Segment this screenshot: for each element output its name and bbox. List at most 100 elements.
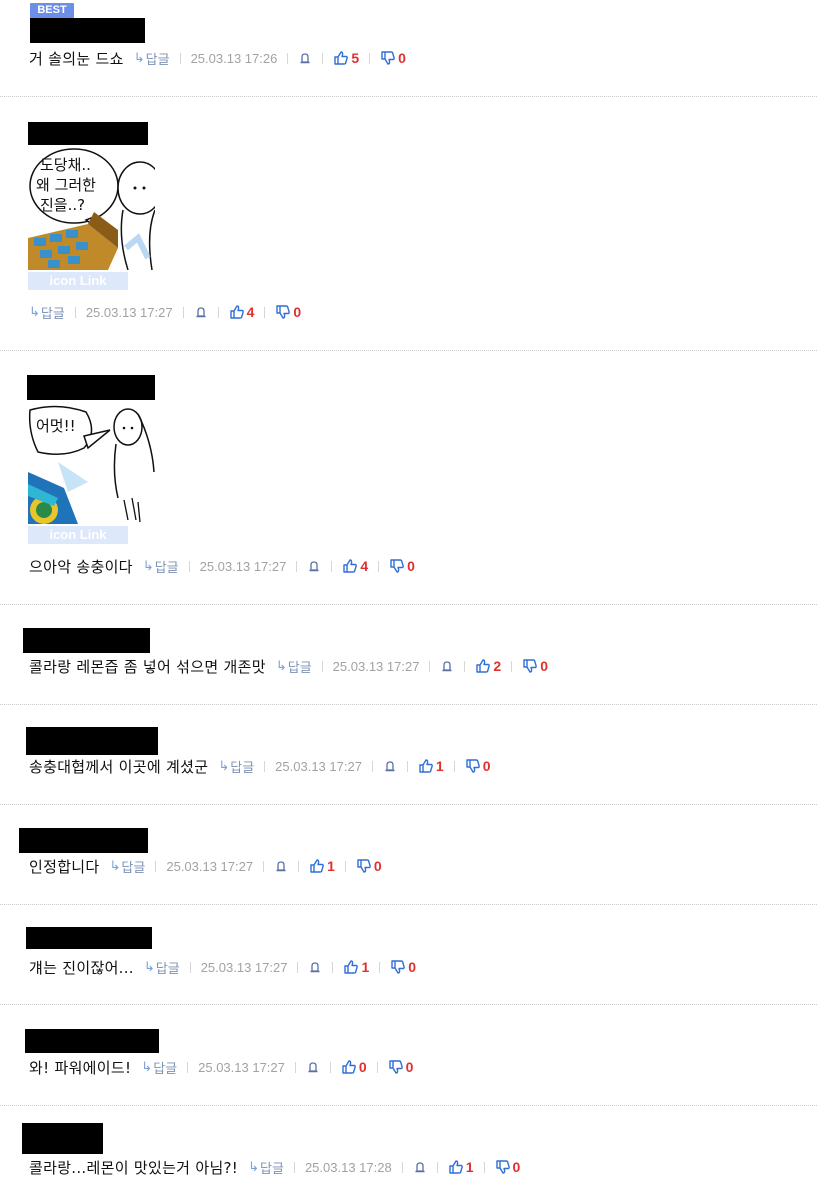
reply-arrow-icon: ↳ [142,558,154,574]
reply-button[interactable]: ↳ 답글 [134,49,170,68]
divider [453,760,455,772]
bubble-text-line: 도당채.. [40,156,91,174]
divider [332,961,334,973]
downvote-button[interactable]: 0 [495,1159,520,1175]
best-badge: BEST [30,3,74,18]
comment-divider [0,804,817,805]
reply-label: 답글 [155,961,180,977]
thumbs-down-icon [381,51,395,65]
thumbs-down-icon [391,960,406,974]
downvote-button[interactable]: 0 [388,1059,413,1075]
downvote-count: 0 [482,758,491,774]
reply-button[interactable]: ↳ 답글 [110,857,146,876]
divider [429,660,431,672]
report-bell-icon[interactable] [308,960,322,974]
comment-date: 25.03.13 17:26 [190,50,278,66]
upvote-button[interactable]: 4 [229,304,255,320]
divider [155,860,157,872]
reply-label: 답글 [153,1061,178,1077]
reply-button[interactable]: ↳ 답글 [141,1058,177,1077]
redacted-username [26,927,152,949]
reply-arrow-icon: ↳ [143,959,155,975]
comment-image[interactable]: 도당채.. 왜 그러한 진을..? [28,148,155,270]
reply-button[interactable]: ↳ 답글 [248,1158,284,1177]
reply-button[interactable]: ↳ 답글 [276,657,312,676]
reply-button[interactable]: ↳ 답글 [144,958,180,977]
report-bell-icon[interactable] [383,759,397,773]
divider [296,560,298,572]
thumbs-up-icon [229,305,244,319]
report-bell-icon[interactable] [298,51,312,65]
upvote-count: 1 [327,858,335,874]
upvote-count: 5 [351,50,360,66]
comment-divider [0,350,817,351]
upvote-button[interactable]: 5 [333,50,359,66]
comment-date: 25.03.13 17:28 [304,1159,392,1175]
thumbs-down-icon [495,1160,510,1174]
comment-date: 25.03.13 17:27 [166,858,254,874]
downvote-count: 0 [408,959,417,975]
downvote-count: 0 [373,858,382,874]
thumbs-down-icon [390,559,405,573]
comment-image[interactable]: 어멋!! [28,402,155,524]
divider [263,860,265,872]
upvote-button[interactable]: 0 [341,1059,367,1075]
comment-meta-row: 인정합니다 ↳ 답글 25.03.13 17:27 1 0 [29,856,382,876]
downvote-button[interactable]: 0 [275,304,301,320]
reply-button[interactable]: ↳ 답글 [143,557,179,576]
divider [371,760,373,772]
comment-divider [0,604,817,605]
reply-label: 답글 [145,52,170,68]
downvote-button[interactable]: 0 [356,858,382,874]
image-caption-link[interactable]: icon Link [28,526,128,544]
downvote-button[interactable]: 0 [465,758,491,774]
upvote-button[interactable]: 1 [418,758,444,774]
redacted-username [28,122,148,145]
comment-text: 걔는 진이잖어... [29,958,134,977]
comment-text: 콜라랑...레몬이 맛있는거 아님?! [29,1158,239,1177]
upvote-button[interactable]: 2 [475,658,501,674]
thumbs-down-icon [276,305,291,319]
upvote-count: 4 [246,304,255,320]
upvote-count: 1 [465,1159,474,1175]
comment-meta-row: 으아악 송충이다 ↳ 답글 25.03.13 17:27 4 0 [29,556,415,576]
report-bell-icon[interactable] [307,559,321,573]
reply-button[interactable]: ↳ 답글 [29,303,65,322]
divider [321,660,323,672]
upvote-button[interactable]: 4 [342,558,368,574]
divider [406,760,408,772]
downvote-button[interactable]: 0 [390,959,416,975]
thumbs-up-icon [310,859,324,873]
divider [264,306,266,318]
comment-text: 거 솔의눈 드쇼 [29,49,124,68]
report-bell-icon[interactable] [194,305,208,319]
reply-button[interactable]: ↳ 답글 [218,757,254,776]
comment-meta-row: 콜라랑 레몬즙 좀 넣어 섞으면 개존맛 ↳ 답글 25.03.13 17:27 … [29,656,548,676]
comment-text: 와! 파워에이드! [29,1058,132,1077]
report-bell-icon[interactable] [274,859,288,873]
reply-label: 답글 [121,860,146,876]
upvote-button[interactable]: 1 [343,959,369,975]
report-bell-icon[interactable] [413,1160,427,1174]
image-caption-link[interactable]: icon Link [28,272,128,290]
divider [378,560,380,572]
reply-arrow-icon: ↳ [141,1059,153,1075]
comment-meta-row: 콜라랑...레몬이 맛있는거 아님?! ↳ 답글 25.03.13 17:28 1… [29,1157,520,1177]
downvote-count: 0 [293,304,302,320]
downvote-button[interactable]: 0 [389,558,415,574]
downvote-count: 0 [398,50,406,66]
downvote-button[interactable]: 0 [522,658,548,674]
divider [294,1061,296,1073]
upvote-button[interactable]: 1 [309,858,335,874]
divider [436,1161,438,1173]
report-bell-icon[interactable] [306,1060,320,1074]
comment-divider [0,1004,817,1005]
report-bell-icon[interactable] [440,659,454,673]
thumbs-down-icon [357,859,371,873]
reply-arrow-icon: ↳ [218,758,230,774]
downvote-button[interactable]: 0 [380,50,406,66]
upvote-count: 4 [360,558,369,574]
redacted-username [27,375,155,400]
thumbs-up-icon [344,960,359,974]
upvote-button[interactable]: 1 [448,1159,474,1175]
